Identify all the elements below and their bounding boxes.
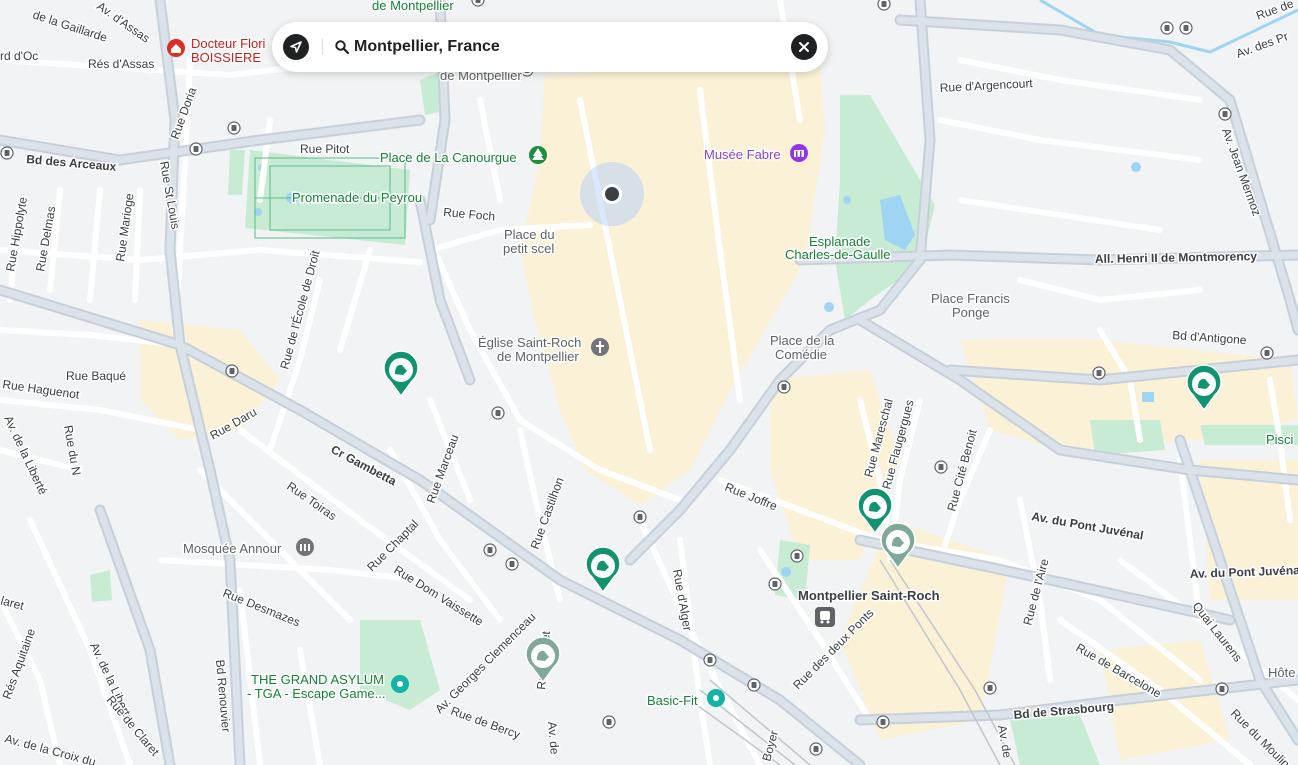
bus-stop-icon[interactable] [877,0,891,11]
bus-stop-icon[interactable] [1215,682,1229,696]
escape-game-label-1: THE GRAND ASYLUM [251,672,384,687]
bus-stop-icon[interactable] [1260,346,1274,360]
hotel-label: Hôte [1268,665,1295,680]
street-montmorency: All. Henri II de Montmorency [1095,249,1258,266]
bus-stop-icon[interactable] [983,681,997,695]
francis-ponge-label-2: Ponge [952,305,990,320]
bus-stop-icon[interactable] [1179,21,1193,35]
doctor-icon[interactable] [167,39,185,57]
mosquee-label: Mosquée Annour [183,541,282,556]
street-rue-oc: rd d'Oc [0,49,38,63]
street-pitot: Rue Pitot [300,142,350,156]
church-icon[interactable] [591,338,609,356]
bus-stop-icon[interactable] [227,121,241,135]
petit-scel-label-2: petit scel [503,241,554,256]
bus-stop-icon[interactable] [934,460,948,474]
tree-park-icon[interactable] [529,146,547,164]
map-canvas[interactable]: Docteur Flori BOISSIERE Musée Fabre Plac… [0,0,1298,765]
doctor-label-2: BOISSIERE [191,50,261,65]
doctor-label-1: Docteur Flori [191,36,266,51]
bus-stop-icon[interactable] [777,380,791,394]
peyrou-label: Promenade du Peyrou [292,190,422,205]
mosque-icon[interactable] [296,538,314,556]
comedie-label-2: Comédie [775,347,827,362]
canourgue-label: Place de La Canourgue [380,150,517,165]
navigation-arrow-icon[interactable] [283,34,309,60]
bus-stop-icon[interactable] [189,142,203,156]
search-divider [322,39,323,55]
bus-stop-icon[interactable] [602,715,616,729]
francis-ponge-label-1: Place Francis [931,291,1010,306]
musee-fabre-label: Musée Fabre [704,147,781,162]
bus-stop-icon[interactable] [1092,366,1106,380]
train-station-icon[interactable] [815,607,835,627]
basic-fit-label: Basic-Fit [647,693,698,708]
bus-stop-icon[interactable] [747,678,761,692]
bus-stop-icon[interactable] [491,406,505,420]
bus-stop-icon[interactable] [790,549,804,563]
bus-stop-icon[interactable] [1160,21,1174,35]
escape-game-label-2: - TGA - Escape Game... [247,686,385,701]
top-montpellier-label: de Montpellier [372,0,454,13]
bus-stop-icon[interactable] [483,543,497,557]
comedie-label-1: Place de la [770,333,835,348]
street-av-de: Av. de [545,721,562,755]
close-icon[interactable] [791,34,817,60]
bus-stop-icon[interactable] [505,557,519,571]
saint-roch-church-label-1: Église Saint-Roch [478,335,581,350]
bus-stop-icon[interactable] [703,653,717,667]
bus-stop-icon[interactable] [633,510,647,524]
bus-stop-icon[interactable] [876,715,890,729]
bus-stop-icon[interactable] [0,146,14,160]
street-baque: Rue Baqué [66,369,126,383]
search-icon [335,40,350,55]
saint-roch-church-label-2: de Montpellier [497,349,579,364]
pisci-label: Pisci [1266,432,1294,447]
petit-scel-label-1: Place du [504,227,555,242]
museum-icon[interactable] [790,144,808,162]
current-location-marker [580,162,644,226]
gym-icon[interactable] [707,689,725,707]
search-bar [272,22,828,72]
bus-stop-icon[interactable] [768,577,782,591]
esplanade-label-2: Charles-de-Gaulle [785,247,891,262]
bus-stop-icon[interactable] [225,364,239,378]
search-input[interactable] [354,34,774,60]
station-label: Montpellier Saint-Roch [798,588,940,603]
bus-stop-icon[interactable] [1218,107,1232,121]
escape-game-icon[interactable] [391,675,409,693]
bus-stop-icon[interactable] [809,742,823,756]
res-assas-label: Rés d'Assas [88,57,154,71]
